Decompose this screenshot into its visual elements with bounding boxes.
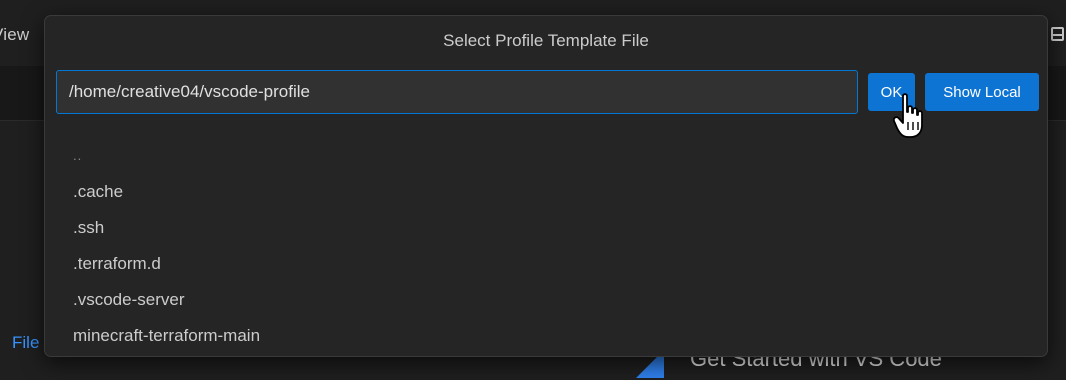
file-link[interactable]: File — [12, 333, 39, 353]
show-local-button[interactable]: Show Local — [925, 73, 1039, 111]
layout-panel-icon[interactable] — [1051, 27, 1064, 41]
hand-pointer-icon — [893, 93, 923, 138]
list-item-parent-dir[interactable]: .. — [45, 138, 1047, 174]
menu-item-view[interactable]: View — [0, 25, 29, 45]
path-input[interactable] — [56, 70, 858, 114]
vscode-window: View File Get Started with VS Code Selec… — [0, 0, 1066, 380]
list-item[interactable]: .ssh — [45, 210, 1047, 246]
list-item[interactable]: .vscode-server — [45, 282, 1047, 318]
list-item[interactable]: minecraft-terraform-main — [45, 318, 1047, 354]
dialog-title: Select Profile Template File — [443, 31, 649, 50]
quick-input-dialog: Select Profile Template File OK Show Loc… — [44, 15, 1048, 357]
list-item[interactable]: .terraform.d — [45, 246, 1047, 282]
file-list: .. .cache .ssh .terraform.d .vscode-serv… — [45, 138, 1047, 354]
list-item[interactable]: .cache — [45, 174, 1047, 210]
